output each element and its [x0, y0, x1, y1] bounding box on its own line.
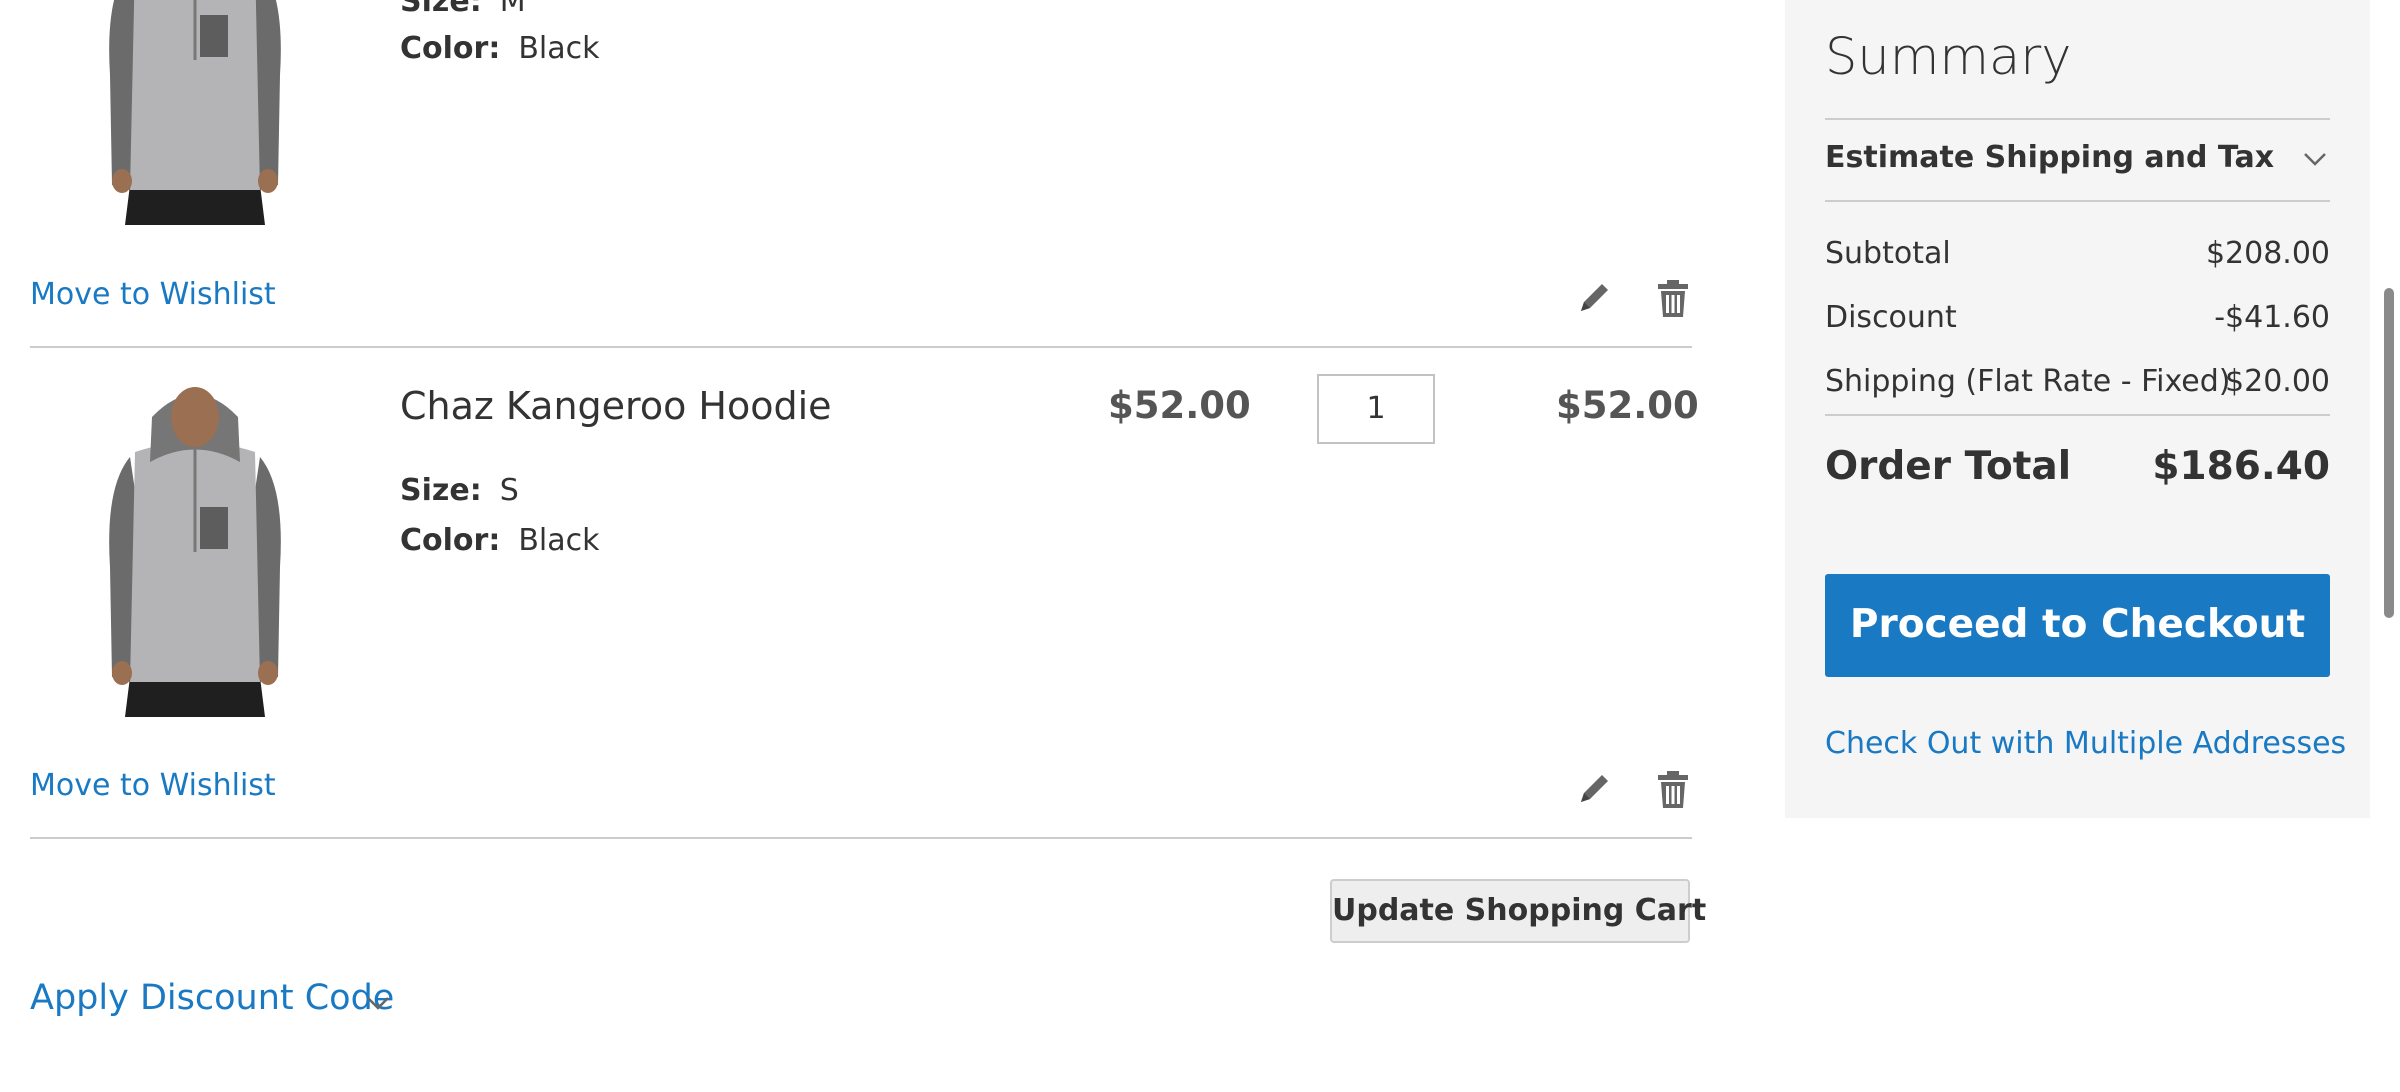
- item-divider: [30, 837, 1692, 839]
- pencil-icon: [1573, 277, 1613, 319]
- order-total-value: $186.40: [2152, 444, 2330, 489]
- apply-discount-code-toggle[interactable]: Apply Discount Code: [30, 978, 394, 1018]
- scrollbar-thumb[interactable]: [2384, 288, 2394, 618]
- summary-divider: [1825, 118, 2330, 120]
- trash-icon: [1653, 277, 1693, 319]
- subtotal-value: $208.00: [2205, 236, 2330, 271]
- product-image[interactable]: [60, 377, 330, 717]
- chevron-down-icon[interactable]: [366, 996, 390, 1010]
- summary-divider: [1825, 200, 2330, 202]
- discount-value: -$41.60: [2214, 300, 2330, 335]
- summary-title: Summary: [1825, 28, 2072, 87]
- subtotal-label: Subtotal: [1825, 236, 1951, 271]
- multiple-addresses-link[interactable]: Check Out with Multiple Addresses: [1825, 726, 2346, 761]
- product-image[interactable]: [60, 0, 330, 225]
- trash-icon: [1653, 768, 1693, 810]
- hoodie-image-icon: [60, 0, 330, 225]
- color-label: Color:: [400, 31, 501, 66]
- product-name[interactable]: Chaz Kangeroo Hoodie: [400, 384, 832, 428]
- discount-label: Discount: [1825, 300, 1957, 335]
- quantity-input[interactable]: 1: [1317, 374, 1435, 444]
- size-label: Size:: [400, 0, 482, 19]
- update-shopping-cart-button[interactable]: Update Shopping Cart: [1330, 879, 1706, 943]
- size-label: Size:: [400, 473, 482, 508]
- shipping-label: Shipping (Flat Rate - Fixed): [1825, 364, 2231, 399]
- delete-item-button[interactable]: [1653, 277, 1693, 319]
- move-to-wishlist-link[interactable]: Move to Wishlist: [30, 768, 276, 803]
- edit-item-button[interactable]: [1573, 768, 1613, 810]
- delete-item-button[interactable]: [1653, 768, 1693, 810]
- item-subtotal: $52.00: [1556, 384, 1699, 427]
- item-color: Color: Black: [400, 523, 599, 558]
- size-value: M: [499, 0, 526, 19]
- item-price: $52.00: [1108, 384, 1251, 427]
- order-summary: Summary Estimate Shipping and Tax Subtot…: [1785, 0, 2370, 818]
- pencil-icon: [1573, 768, 1613, 810]
- shipping-value: $20.00: [2225, 364, 2330, 399]
- item-divider: [30, 346, 1692, 348]
- color-value: Black: [518, 31, 600, 66]
- hoodie-image-icon: [60, 377, 330, 717]
- item-size: Size: S: [400, 473, 519, 508]
- estimate-shipping-toggle[interactable]: Estimate Shipping and Tax: [1825, 140, 2274, 175]
- summary-divider: [1825, 414, 2330, 416]
- proceed-to-checkout-button[interactable]: Proceed to Checkout: [1825, 574, 2330, 677]
- chevron-down-icon[interactable]: [2303, 152, 2327, 166]
- move-to-wishlist-link[interactable]: Move to Wishlist: [30, 277, 276, 312]
- size-value: S: [499, 473, 519, 508]
- edit-item-button[interactable]: [1573, 277, 1613, 319]
- item-color: Color: Black: [400, 31, 599, 66]
- color-label: Color:: [400, 523, 501, 558]
- order-total-label: Order Total: [1825, 444, 2072, 489]
- item-size: Size: M: [400, 0, 526, 19]
- color-value: Black: [518, 523, 600, 558]
